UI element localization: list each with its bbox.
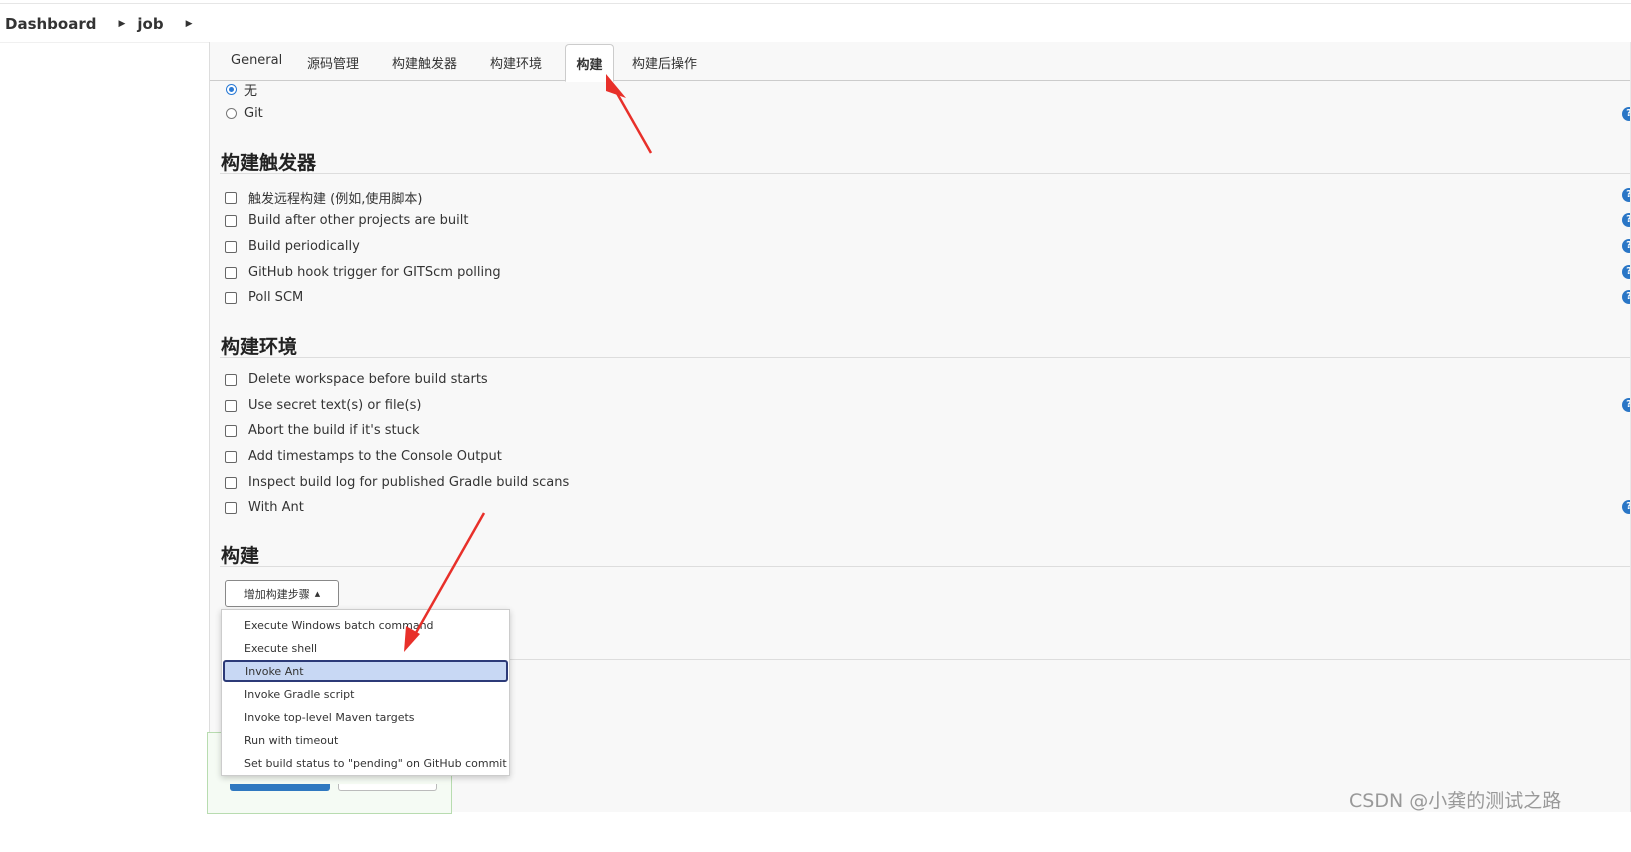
scm-option-label: Git [244,106,263,121]
menu-item-windows-batch[interactable]: Execute Windows batch command [222,614,509,636]
checkbox[interactable] [225,450,237,463]
checkbox[interactable] [225,240,237,253]
checkbox-label: With Ant [248,500,304,515]
checkbox-label: Add timestamps to the Console Output [248,449,502,464]
checkbox-label: Abort the build if it's stuck [248,423,420,438]
env-delete-workspace[interactable]: Delete workspace before build starts [225,372,488,387]
caret-right-icon[interactable]: ▶ [186,19,193,29]
breadcrumb-dashboard[interactable]: Dashboard [5,15,96,33]
tab-bar: General 源码管理 构建触发器 构建环境 构建 构建后操作 [210,42,1631,82]
checkbox[interactable] [225,266,237,279]
checkbox[interactable] [225,399,237,412]
env-abort-stuck[interactable]: Abort the build if it's stuck [225,423,420,438]
checkbox-label: Poll SCM [248,290,304,305]
add-build-step-label: 增加构建步骤 [243,587,310,601]
checkbox[interactable] [225,476,237,489]
tab-scm[interactable]: 源码管理 [307,53,359,72]
trigger-github-hook[interactable]: GitHub hook trigger for GITScm polling [225,265,501,280]
section-divider [220,173,1631,174]
menu-item-execute-shell[interactable]: Execute shell [222,637,509,659]
tab-general[interactable]: General [231,53,282,68]
scm-radio-git[interactable] [226,108,237,119]
env-secret-text[interactable]: Use secret text(s) or file(s) [225,398,421,413]
section-divider [220,566,1631,567]
watermark: CSDN @小龚的测试之路 [1349,790,1562,812]
apply-button[interactable] [338,784,437,791]
scm-option-git[interactable]: Git [226,106,263,121]
section-divider [510,659,1631,660]
breadcrumb-job[interactable]: job [137,15,163,33]
checkbox-label: Build periodically [248,239,360,254]
section-title-environment: 构建环境 [221,336,298,358]
checkbox-label: Delete workspace before build starts [248,372,488,387]
checkbox[interactable] [225,214,237,227]
trigger-poll-scm[interactable]: Poll SCM [225,290,303,305]
checkbox-label: Use secret text(s) or file(s) [248,398,422,413]
checkbox[interactable] [225,291,237,304]
section-title-triggers: 构建触发器 [221,152,317,174]
tab-build[interactable]: 构建 [565,44,614,82]
top-border [0,3,1631,4]
checkbox[interactable] [225,373,237,386]
section-title-build: 构建 [221,545,260,567]
trigger-periodically[interactable]: Build periodically [225,239,360,254]
checkbox[interactable] [225,501,237,514]
menu-item-maven[interactable]: Invoke top-level Maven targets [222,706,509,728]
env-with-ant[interactable]: With Ant [225,500,304,515]
checkbox-label: Inspect build log for published Gradle b… [248,475,570,490]
trigger-remote[interactable]: 触发远程构建 (例如,使用脚本) [225,188,422,207]
save-button[interactable] [230,784,330,791]
menu-item-github-status[interactable]: Set build status to "pending" on GitHub … [222,752,509,774]
tab-build-triggers[interactable]: 构建触发器 [392,53,457,72]
checkbox[interactable] [225,191,237,204]
caret-right-icon[interactable]: ▶ [118,19,125,29]
menu-item-invoke-ant[interactable]: Invoke Ant [223,660,508,682]
menu-item-run-timeout[interactable]: Run with timeout [222,729,509,751]
add-build-step-button[interactable]: 增加构建步骤 ▲ [225,580,339,607]
trigger-after-other-projects[interactable]: Build after other projects are built [225,213,468,228]
env-gradle-scans[interactable]: Inspect build log for published Gradle b… [225,475,569,490]
section-divider [220,357,1631,358]
checkbox[interactable] [225,424,237,437]
checkbox-label: Build after other projects are built [248,213,469,228]
config-panel: General 源码管理 构建触发器 构建环境 构建 构建后操作 无 Git ?… [207,42,1631,814]
menu-item-gradle[interactable]: Invoke Gradle script [222,683,509,705]
scm-radio-none[interactable] [226,84,237,95]
tab-post-build[interactable]: 构建后操作 [632,53,697,72]
checkbox-label: GitHub hook trigger for GITScm polling [248,265,501,280]
scm-option-label: 无 [244,84,258,99]
scm-option-none[interactable]: 无 [226,80,257,99]
build-step-menu: Execute Windows batch command Execute sh… [221,609,510,776]
checkbox-label: 触发远程构建 (例如,使用脚本) [248,192,423,207]
breadcrumb: Dashboard ▶ job ▶ [0,10,193,38]
caret-up-icon: ▲ [314,589,321,598]
env-timestamps[interactable]: Add timestamps to the Console Output [225,449,502,464]
tab-build-environment[interactable]: 构建环境 [490,53,542,72]
